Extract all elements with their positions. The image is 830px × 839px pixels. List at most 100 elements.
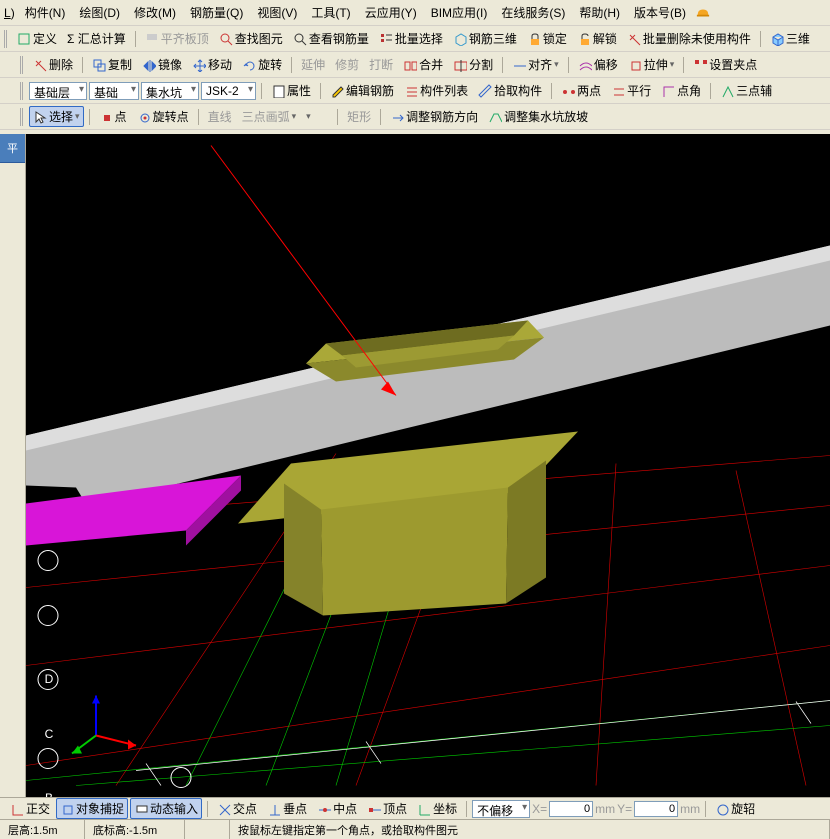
- category-dropdown[interactable]: 基础: [89, 82, 139, 100]
- offset-icon: [578, 58, 592, 72]
- select-button[interactable]: 选择: [29, 106, 84, 127]
- del-unused-button[interactable]: 批量删除未使用构件: [623, 28, 755, 49]
- snap-button[interactable]: 对象捕捉: [56, 798, 128, 819]
- x-coord-input[interactable]: [549, 801, 593, 817]
- dyn-input-button[interactable]: 动态输入: [130, 798, 202, 819]
- arc3p-button: 三点画弧: [238, 106, 301, 127]
- perp-icon: [267, 802, 281, 816]
- offset-mode-dropdown[interactable]: 不偏移: [472, 800, 530, 818]
- menu-bim[interactable]: BIM应用(I): [427, 2, 492, 23]
- menu-version[interactable]: 版本号(B): [630, 2, 690, 23]
- copy-button[interactable]: 复制: [88, 54, 136, 75]
- fixed-icon: [693, 58, 707, 72]
- list-icon: [379, 32, 393, 46]
- point-icon: [99, 110, 113, 124]
- menu-help[interactable]: 帮助(H): [575, 2, 624, 23]
- y-coord-input[interactable]: [634, 801, 678, 817]
- delete-icon: [33, 58, 47, 72]
- twopt-button[interactable]: 两点: [557, 80, 605, 101]
- statusbar: 层高:1.5m 底标高:-1.5m 按鼠标左键指定第一个角点，或拾取构件图元: [0, 819, 830, 839]
- slope-icon: [488, 110, 502, 124]
- type-dropdown[interactable]: 集水坑: [141, 82, 199, 100]
- delete-button[interactable]: 删除: [29, 54, 77, 75]
- set-fixed-button[interactable]: 设置夹点: [689, 54, 761, 75]
- corner-button[interactable]: 点角: [657, 80, 705, 101]
- corner-icon: [661, 84, 675, 98]
- adjust-slope-button[interactable]: 调整集水坑放坡: [484, 106, 592, 127]
- define-button[interactable]: 定义: [13, 28, 61, 49]
- stretch-button[interactable]: 拉伸: [624, 54, 679, 75]
- coord-button[interactable]: 坐标: [413, 798, 461, 819]
- status-bottom-height: 底标高:-1.5m: [85, 820, 185, 839]
- canvas-3d[interactable]: A B C D 1 2000 5700 Z X: [26, 134, 830, 797]
- menu-modify[interactable]: 修改(M): [130, 2, 180, 23]
- parallel-button[interactable]: 平行: [607, 80, 655, 101]
- edit-icon: [330, 84, 344, 98]
- intersect-button[interactable]: 交点: [213, 798, 261, 819]
- left-tab[interactable]: 平: [0, 134, 25, 163]
- menu-tools[interactable]: 工具(T): [307, 2, 354, 23]
- bottom-toolbar: 正交 对象捕捉 动态输入 交点 垂点 中点 顶点 坐标 不偏移 X= mm Y=…: [0, 797, 830, 819]
- rot-button[interactable]: 旋轺: [711, 798, 759, 819]
- parallel-icon: [611, 84, 625, 98]
- grid-c-label: C: [42, 727, 56, 741]
- search-icon: [219, 32, 233, 46]
- view-rebar-button[interactable]: 查看钢筋量: [289, 28, 373, 49]
- menu-online[interactable]: 在线服务(S): [497, 2, 569, 23]
- sump-base: [238, 432, 578, 616]
- model-view[interactable]: [26, 134, 830, 797]
- corner3-icon: [720, 84, 734, 98]
- menu-rebar[interactable]: 钢筋量(Q): [186, 2, 247, 23]
- layer-dropdown[interactable]: 基础层: [29, 82, 87, 100]
- blank1-button: [302, 109, 332, 124]
- ortho-icon: [10, 802, 24, 816]
- split-button[interactable]: 分割: [449, 54, 497, 75]
- brush-icon: [627, 32, 641, 46]
- mirror-button[interactable]: 镜像: [138, 54, 186, 75]
- menu-component[interactable]: 构件(N): [21, 2, 70, 23]
- x-icon: [217, 802, 231, 816]
- endpt-button[interactable]: 顶点: [363, 798, 411, 819]
- view3d-button[interactable]: 三维: [766, 28, 814, 49]
- lock-button[interactable]: 锁定: [523, 28, 571, 49]
- lock-icon: [527, 32, 541, 46]
- picker-icon: [478, 84, 492, 98]
- ortho-button[interactable]: 正交: [6, 798, 54, 819]
- mm2: mm: [680, 802, 700, 816]
- sum-button[interactable]: Σ 汇总计算: [63, 28, 130, 49]
- perp-button[interactable]: 垂点: [263, 798, 311, 819]
- pick-button[interactable]: 拾取构件: [474, 80, 546, 101]
- props-icon: [271, 84, 285, 98]
- rect-button: 矩形: [343, 106, 375, 127]
- menu-cloud[interactable]: 云应用(Y): [361, 2, 421, 23]
- coord-icon: [417, 802, 431, 816]
- menu-view[interactable]: 视图(V): [253, 2, 301, 23]
- offset-button[interactable]: 偏移: [574, 54, 622, 75]
- rotate-button[interactable]: 旋转: [238, 54, 286, 75]
- point-button[interactable]: 点: [95, 106, 131, 127]
- unlock-button[interactable]: 解锁: [573, 28, 621, 49]
- left-panel: 平: [0, 134, 26, 797]
- merge-icon: [403, 58, 417, 72]
- name-dropdown[interactable]: JSK-2: [201, 82, 256, 100]
- toolbar-component: 基础层 基础 集水坑 JSK-2 属性 编辑钢筋 构件列表 拾取构件 两点 平行…: [0, 78, 830, 104]
- rotpt-button[interactable]: 旋转点: [133, 106, 193, 127]
- rot-icon: [715, 802, 729, 816]
- adjust-dir-button[interactable]: 调整钢筋方向: [386, 106, 482, 127]
- dims: [136, 701, 830, 786]
- find-elem-button[interactable]: 查找图元: [215, 28, 287, 49]
- move-button[interactable]: 移动: [188, 54, 236, 75]
- batch-select-button[interactable]: 批量选择: [375, 28, 447, 49]
- align-button[interactable]: 对齐: [508, 54, 563, 75]
- props-button[interactable]: 属性: [267, 80, 315, 101]
- align-top-button[interactable]: 平齐板顶: [141, 28, 213, 49]
- mid-button[interactable]: 中点: [313, 798, 361, 819]
- menu-draw[interactable]: 绘图(D): [75, 2, 124, 23]
- y-label: Y=: [617, 802, 632, 816]
- corner3-button[interactable]: 三点辅: [716, 80, 776, 101]
- rebar3d-button[interactable]: 钢筋三维: [449, 28, 521, 49]
- mm1: mm: [595, 802, 615, 816]
- list-button[interactable]: 构件列表: [400, 80, 472, 101]
- merge-button[interactable]: 合并: [399, 54, 447, 75]
- edit-rebar-button[interactable]: 编辑钢筋: [326, 80, 398, 101]
